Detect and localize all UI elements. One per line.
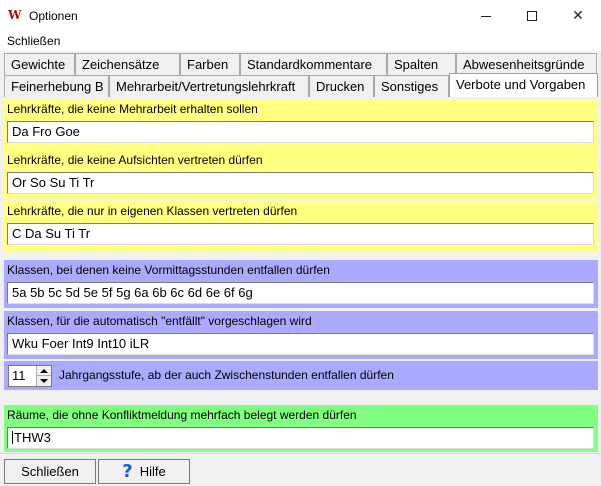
question-mark-icon: ? [122,460,133,482]
title-bar: W Optionen ✕ [0,0,601,31]
stepper-up-button[interactable] [37,366,51,376]
tab-abwesenheitsgruende[interactable]: Abwesenheitsgründe [456,53,597,75]
tab-verbote-und-vorgaben[interactable]: Verbote und Vorgaben [449,73,598,97]
section-eigene-klassen: Lehrkräfte, die nur in eigenen Klassen v… [4,201,598,251]
jahrgangsstufe-stepper[interactable]: 11 [8,365,52,387]
section-label: Räume, die ohne Konfliktmeldung mehrfach… [7,408,357,422]
window-title: Optionen [29,9,78,23]
untis-logo-icon: W [8,8,21,22]
section-label: Klassen, bei denen keine Vormittagsstund… [7,263,330,277]
help-button[interactable]: ? Hilfe [98,459,190,484]
section-label: Klassen, für die automatisch "entfällt" … [7,314,312,328]
arrow-down-icon [40,379,48,383]
section-label: Lehrkräfte, die nur in eigenen Klassen v… [7,204,298,218]
tab-drucken[interactable]: Drucken [309,75,374,97]
keine-mehrarbeit-input[interactable]: Da Fro Goe [7,121,594,143]
menu-bar: Schließen [0,31,601,51]
section-keine-aufsichten: Lehrkräfte, die keine Aufsichten vertret… [4,150,598,200]
bottom-button-bar: Schließen ? Hilfe [0,453,601,486]
eigene-klassen-input[interactable]: C Da Su Ti Tr [7,223,594,245]
section-keine-vormittagsstunden: Klassen, bei denen keine Vormittagsstund… [4,260,598,308]
tab-mehrarbeit-vertretungslehrkraft[interactable]: Mehrarbeit/Vertretungslehrkraft [109,75,309,97]
stepper-down-button[interactable] [37,376,51,386]
tab-spalten[interactable]: Spalten [387,53,456,75]
maximize-button[interactable] [509,0,555,31]
tab-sonstiges[interactable]: Sonstiges [374,75,449,97]
close-button[interactable]: Schließen [4,459,96,484]
section-label: Lehrkräfte, die keine Aufsichten vertret… [7,153,263,167]
section-entfaellt-vorschlag: Klassen, für die automatisch "entfällt" … [4,311,598,359]
text-cursor [12,431,13,444]
section-raeume: Räume, die ohne Konfliktmeldung mehrfach… [4,405,598,452]
keine-aufsichten-input[interactable]: Or So Su Ti Tr [7,172,594,194]
minimize-icon [481,15,491,17]
section-keine-mehrarbeit: Lehrkräfte, die keine Mehrarbeit erhalte… [4,99,598,149]
entfaellt-vorschlag-input[interactable]: Wku Foer Int9 Int10 iLR [7,333,594,355]
help-button-label: Hilfe [139,464,166,479]
maximize-icon [527,10,537,21]
jahrgangsstufe-label: Jahrgangsstufe, ab der auch Zwischenstun… [59,368,394,382]
jahrgangsstufe-value[interactable]: 11 [12,368,26,383]
tab-strip: Gewichte Zeichensätze Farben Standardkom… [0,51,601,97]
tab-feinerhebung-b[interactable]: Feinerhebung B [4,75,109,97]
minimize-button[interactable] [463,0,509,31]
tab-content-panel: Lehrkräfte, die keine Mehrarbeit erhalte… [0,97,601,453]
keine-vormittagsstunden-input[interactable]: 5a 5b 5c 5d 5e 5f 5g 6a 6b 6c 6d 6e 6f 6… [7,282,594,304]
raeume-input[interactable]: THW3 [7,427,594,449]
raeume-value: THW3 [14,430,51,445]
tab-farben[interactable]: Farben [180,53,240,75]
stepper-buttons [36,366,51,386]
close-window-button[interactable]: ✕ [555,0,601,31]
close-button-label: Schließen [21,464,79,479]
arrow-up-icon [40,368,48,373]
close-icon: ✕ [572,7,584,23]
tab-standardkommentare[interactable]: Standardkommentare [240,53,387,75]
tab-zeichensaetze[interactable]: Zeichensätze [75,53,180,75]
section-label: Lehrkräfte, die keine Mehrarbeit erhalte… [7,102,258,116]
section-jahrgangsstufe: 11 Jahrgangsstufe, ab der auch Zwischens… [4,361,598,390]
menu-item-schliessen[interactable]: Schließen [7,34,60,48]
tab-gewichte[interactable]: Gewichte [4,53,75,75]
